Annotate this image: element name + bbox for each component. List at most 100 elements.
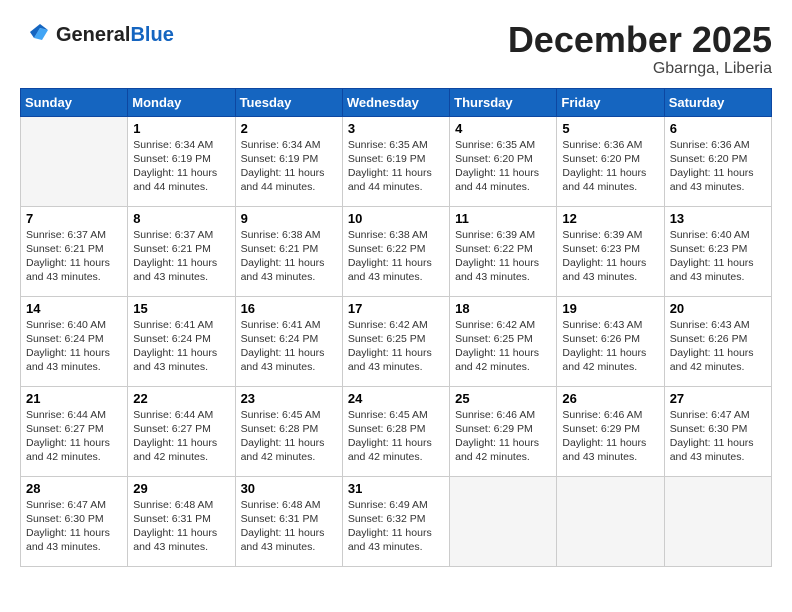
weekday-header-friday: Friday	[557, 88, 664, 116]
calendar-cell: 6 Sunrise: 6:36 AM Sunset: 6:20 PM Daylig…	[664, 116, 771, 206]
calendar-cell: 16 Sunrise: 6:41 AM Sunset: 6:24 PM Dayli…	[235, 296, 342, 386]
day-number: 23	[241, 391, 337, 406]
calendar-cell: 1 Sunrise: 6:34 AM Sunset: 6:19 PM Daylig…	[128, 116, 235, 206]
day-number: 20	[670, 301, 766, 316]
calendar-cell: 14 Sunrise: 6:40 AM Sunset: 6:24 PM Dayli…	[21, 296, 128, 386]
day-info: Sunrise: 6:39 AM Sunset: 6:22 PM Dayligh…	[455, 228, 551, 285]
day-info: Sunrise: 6:49 AM Sunset: 6:32 PM Dayligh…	[348, 498, 444, 555]
calendar-cell: 13 Sunrise: 6:40 AM Sunset: 6:23 PM Dayli…	[664, 206, 771, 296]
week-row-5: 28 Sunrise: 6:47 AM Sunset: 6:30 PM Dayli…	[21, 476, 772, 566]
day-number: 1	[133, 121, 229, 136]
day-number: 9	[241, 211, 337, 226]
day-number: 5	[562, 121, 658, 136]
day-number: 16	[241, 301, 337, 316]
calendar-cell: 3 Sunrise: 6:35 AM Sunset: 6:19 PM Daylig…	[342, 116, 449, 206]
day-number: 29	[133, 481, 229, 496]
day-number: 21	[26, 391, 122, 406]
day-info: Sunrise: 6:47 AM Sunset: 6:30 PM Dayligh…	[26, 498, 122, 555]
day-number: 25	[455, 391, 551, 406]
calendar-cell: 9 Sunrise: 6:38 AM Sunset: 6:21 PM Daylig…	[235, 206, 342, 296]
calendar-cell: 22 Sunrise: 6:44 AM Sunset: 6:27 PM Dayli…	[128, 386, 235, 476]
calendar-cell: 27 Sunrise: 6:47 AM Sunset: 6:30 PM Dayli…	[664, 386, 771, 476]
calendar-cell: 8Sunrise: 6:37 AM Sunset: 6:21 PM Daylig…	[128, 206, 235, 296]
day-number: 27	[670, 391, 766, 406]
day-info: Sunrise: 6:38 AM Sunset: 6:21 PM Dayligh…	[241, 228, 337, 285]
weekday-header-sunday: Sunday	[21, 88, 128, 116]
day-number: 28	[26, 481, 122, 496]
day-info: Sunrise: 6:36 AM Sunset: 6:20 PM Dayligh…	[562, 138, 658, 195]
calendar-cell: 18Sunrise: 6:42 AM Sunset: 6:25 PM Dayli…	[450, 296, 557, 386]
calendar-cell: 11 Sunrise: 6:39 AM Sunset: 6:22 PM Dayli…	[450, 206, 557, 296]
day-info: Sunrise: 6:47 AM Sunset: 6:30 PM Dayligh…	[670, 408, 766, 465]
calendar-cell: 26 Sunrise: 6:46 AM Sunset: 6:29 PM Dayli…	[557, 386, 664, 476]
logo: GeneralBlue	[20, 20, 174, 49]
day-info: Sunrise: 6:46 AM Sunset: 6:29 PM Dayligh…	[455, 408, 551, 465]
month-title: December 2025	[508, 20, 772, 60]
logo-icon	[20, 20, 50, 49]
day-info: Sunrise: 6:44 AM Sunset: 6:27 PM Dayligh…	[26, 408, 122, 465]
logo-text-general: General	[56, 24, 130, 46]
day-info: Sunrise: 6:36 AM Sunset: 6:20 PM Dayligh…	[670, 138, 766, 195]
logo-text-blue: Blue	[130, 24, 173, 46]
day-info: Sunrise: 6:45 AM Sunset: 6:28 PM Dayligh…	[241, 408, 337, 465]
calendar-cell: 10 Sunrise: 6:38 AM Sunset: 6:22 PM Dayli…	[342, 206, 449, 296]
calendar-cell	[664, 476, 771, 566]
day-info: Sunrise: 6:48 AM Sunset: 6:31 PM Dayligh…	[241, 498, 337, 555]
day-info: Sunrise: 6:40 AM Sunset: 6:24 PM Dayligh…	[26, 318, 122, 375]
day-info: Sunrise: 6:43 AM Sunset: 6:26 PM Dayligh…	[670, 318, 766, 375]
calendar-cell: 24Sunrise: 6:45 AM Sunset: 6:28 PM Dayli…	[342, 386, 449, 476]
calendar-cell: 28 Sunrise: 6:47 AM Sunset: 6:30 PM Dayli…	[21, 476, 128, 566]
day-number: 13	[670, 211, 766, 226]
day-number: 10	[348, 211, 444, 226]
week-row-1: 1 Sunrise: 6:34 AM Sunset: 6:19 PM Daylig…	[21, 116, 772, 206]
day-info: Sunrise: 6:38 AM Sunset: 6:22 PM Dayligh…	[348, 228, 444, 285]
calendar-cell: 2Sunrise: 6:34 AM Sunset: 6:19 PM Daylig…	[235, 116, 342, 206]
day-number: 2	[241, 121, 337, 136]
calendar-cell	[450, 476, 557, 566]
day-info: Sunrise: 6:39 AM Sunset: 6:23 PM Dayligh…	[562, 228, 658, 285]
day-number: 3	[348, 121, 444, 136]
weekday-header-wednesday: Wednesday	[342, 88, 449, 116]
day-number: 30	[241, 481, 337, 496]
location: Gbarnga, Liberia	[508, 60, 772, 78]
day-info: Sunrise: 6:40 AM Sunset: 6:23 PM Dayligh…	[670, 228, 766, 285]
day-number: 19	[562, 301, 658, 316]
day-number: 18	[455, 301, 551, 316]
day-number: 22	[133, 391, 229, 406]
weekday-header-thursday: Thursday	[450, 88, 557, 116]
calendar-cell: 5 Sunrise: 6:36 AM Sunset: 6:20 PM Daylig…	[557, 116, 664, 206]
calendar-cell: 20 Sunrise: 6:43 AM Sunset: 6:26 PM Dayli…	[664, 296, 771, 386]
calendar-cell	[557, 476, 664, 566]
weekday-header-saturday: Saturday	[664, 88, 771, 116]
calendar-cell: 7Sunrise: 6:37 AM Sunset: 6:21 PM Daylig…	[21, 206, 128, 296]
weekday-header-tuesday: Tuesday	[235, 88, 342, 116]
page-header: GeneralBlue December 2025 Gbarnga, Liber…	[20, 20, 772, 78]
day-number: 31	[348, 481, 444, 496]
day-number: 4	[455, 121, 551, 136]
day-number: 11	[455, 211, 551, 226]
day-info: Sunrise: 6:44 AM Sunset: 6:27 PM Dayligh…	[133, 408, 229, 465]
day-number: 14	[26, 301, 122, 316]
calendar-cell	[21, 116, 128, 206]
day-info: Sunrise: 6:41 AM Sunset: 6:24 PM Dayligh…	[241, 318, 337, 375]
week-row-3: 14 Sunrise: 6:40 AM Sunset: 6:24 PM Dayli…	[21, 296, 772, 386]
day-info: Sunrise: 6:48 AM Sunset: 6:31 PM Dayligh…	[133, 498, 229, 555]
day-number: 6	[670, 121, 766, 136]
calendar-cell: 30 Sunrise: 6:48 AM Sunset: 6:31 PM Dayli…	[235, 476, 342, 566]
day-number: 26	[562, 391, 658, 406]
calendar-cell: 12Sunrise: 6:39 AM Sunset: 6:23 PM Dayli…	[557, 206, 664, 296]
day-info: Sunrise: 6:35 AM Sunset: 6:19 PM Dayligh…	[348, 138, 444, 195]
day-info: Sunrise: 6:37 AM Sunset: 6:21 PM Dayligh…	[26, 228, 122, 285]
calendar-cell: 23 Sunrise: 6:45 AM Sunset: 6:28 PM Dayli…	[235, 386, 342, 476]
day-info: Sunrise: 6:42 AM Sunset: 6:25 PM Dayligh…	[348, 318, 444, 375]
weekday-header-monday: Monday	[128, 88, 235, 116]
title-block: December 2025 Gbarnga, Liberia	[508, 20, 772, 78]
calendar-cell: 31 Sunrise: 6:49 AM Sunset: 6:32 PM Dayli…	[342, 476, 449, 566]
day-info: Sunrise: 6:43 AM Sunset: 6:26 PM Dayligh…	[562, 318, 658, 375]
day-info: Sunrise: 6:34 AM Sunset: 6:19 PM Dayligh…	[133, 138, 229, 195]
day-number: 8	[133, 211, 229, 226]
calendar-cell: 19 Sunrise: 6:43 AM Sunset: 6:26 PM Dayli…	[557, 296, 664, 386]
day-info: Sunrise: 6:41 AM Sunset: 6:24 PM Dayligh…	[133, 318, 229, 375]
calendar-cell: 15Sunrise: 6:41 AM Sunset: 6:24 PM Dayli…	[128, 296, 235, 386]
day-info: Sunrise: 6:46 AM Sunset: 6:29 PM Dayligh…	[562, 408, 658, 465]
